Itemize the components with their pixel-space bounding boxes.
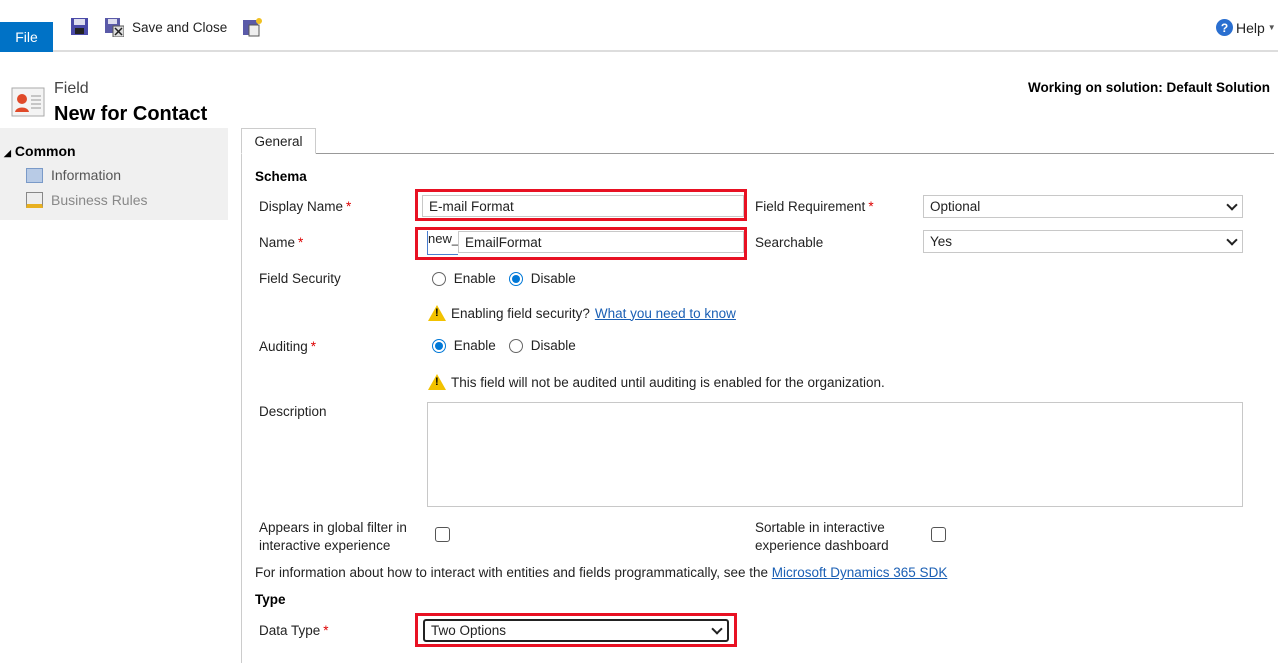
name-prefix: new_ xyxy=(427,231,459,255)
schema-heading: Schema xyxy=(255,169,307,184)
save-icon xyxy=(71,18,88,35)
help-button[interactable]: ? Help ▼ xyxy=(1216,19,1276,36)
security-warning: Enabling field security?What you need to… xyxy=(428,305,736,321)
save-close-icon xyxy=(105,18,124,37)
data-type-label: Data Type * xyxy=(259,623,329,638)
name-label: Name * xyxy=(259,235,304,250)
collapse-triangle-icon: ◢ xyxy=(4,148,11,158)
help-label: Help xyxy=(1236,19,1265,36)
entity-type-label: Field xyxy=(54,80,89,97)
sortable-checkbox[interactable] xyxy=(931,527,946,542)
nav-item-label: Information xyxy=(51,167,122,183)
field-requirement-label: Field Requirement * xyxy=(755,199,874,214)
page-title: New for Contact xyxy=(54,103,208,125)
save-button[interactable] xyxy=(71,18,88,38)
information-icon xyxy=(26,167,43,183)
description-textarea[interactable] xyxy=(427,402,1243,507)
sdk-info: For information about how to interact wi… xyxy=(255,565,948,580)
warning-icon xyxy=(428,374,446,390)
field-requirement-select[interactable]: Optional xyxy=(923,195,1243,218)
auditing-disable-radio[interactable]: Disable xyxy=(509,338,576,354)
save-and-close-label: Save and Close xyxy=(132,20,228,35)
display-name-label: Display Name * xyxy=(259,199,352,214)
field-security-disable-radio[interactable]: Disable xyxy=(509,271,576,287)
save-and-close-button[interactable]: Save and Close xyxy=(105,18,227,37)
sortable-label: Sortable in interactive experience dashb… xyxy=(755,520,889,553)
audit-warning: This field will not be audited until aud… xyxy=(428,374,885,390)
chevron-down-icon: ▼ xyxy=(1267,23,1276,32)
global-filter-label: Appears in global filter in interactive … xyxy=(259,520,407,553)
chevron-down-icon xyxy=(711,622,723,635)
searchable-select[interactable]: Yes xyxy=(923,230,1243,253)
save-and-new-button[interactable] xyxy=(243,18,262,40)
global-filter-checkbox[interactable] xyxy=(435,527,450,542)
save-new-icon xyxy=(243,18,262,37)
type-heading: Type xyxy=(255,592,286,607)
nav-section-label: Common xyxy=(14,143,76,159)
file-button[interactable]: File xyxy=(0,22,53,52)
data-type-select[interactable]: Two Options xyxy=(423,619,729,642)
nav-item-label: Business Rules xyxy=(51,192,148,208)
what-you-need-to-know-link[interactable]: What you need to know xyxy=(595,306,736,321)
nav-item-business-rules[interactable]: Business Rules xyxy=(26,192,148,208)
auditing-label: Auditing * xyxy=(259,339,317,354)
help-icon: ? xyxy=(1216,19,1233,36)
solution-label: Working on solution: Default Solution xyxy=(1028,80,1270,95)
auditing-enable-radio[interactable]: Enable xyxy=(432,338,496,354)
field-security-label: Field Security xyxy=(259,271,341,286)
tab-general[interactable]: General xyxy=(241,128,316,154)
display-name-input[interactable]: E-mail Format xyxy=(422,195,744,217)
nav-item-information[interactable]: Information xyxy=(26,167,121,183)
sdk-link[interactable]: Microsoft Dynamics 365 SDK xyxy=(772,565,948,580)
chevron-down-icon xyxy=(1226,198,1238,211)
warning-icon xyxy=(428,305,446,321)
searchable-label: Searchable xyxy=(755,235,824,250)
field-entity-icon xyxy=(11,87,45,117)
chevron-down-icon xyxy=(1226,233,1238,246)
description-label: Description xyxy=(259,404,327,419)
name-input[interactable]: EmailFormat xyxy=(458,231,744,253)
nav-section-common[interactable]: ◢ Common xyxy=(4,143,76,159)
field-security-enable-radio[interactable]: Enable xyxy=(432,271,496,287)
business-rules-icon xyxy=(26,192,43,208)
